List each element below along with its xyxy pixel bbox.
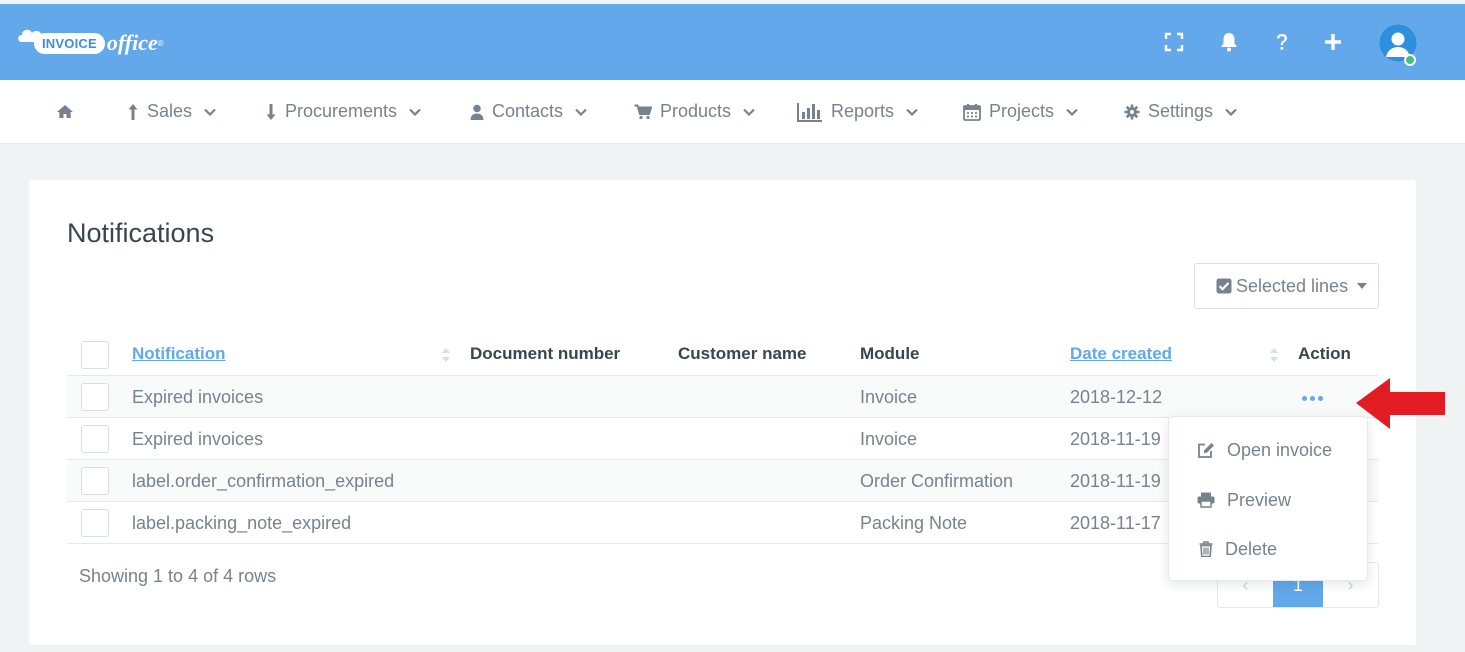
logo-registered-mark: ® — [157, 38, 164, 48]
chevron-down-icon — [906, 108, 918, 116]
person-icon — [470, 104, 484, 120]
selected-lines-button[interactable]: Selected lines — [1194, 263, 1379, 309]
chevron-down-icon — [409, 108, 421, 116]
bar-chart-icon — [797, 102, 822, 122]
nav-contacts[interactable]: Contacts — [470, 80, 587, 143]
nav-reports-label: Reports — [831, 101, 895, 121]
arrow-up-icon — [128, 103, 138, 120]
chevron-down-icon — [1066, 108, 1078, 116]
nav-home[interactable] — [56, 80, 74, 143]
cell-date-created: 2018-11-17 — [1070, 513, 1161, 533]
table-header: Notification Document number Customer na… — [67, 334, 1378, 376]
dot — [1302, 395, 1307, 401]
cell-notification: label.packing_note_expired — [132, 513, 352, 533]
row-checkbox[interactable] — [81, 383, 109, 411]
menu-item-label: Delete — [1225, 538, 1278, 559]
table-row[interactable]: Expired invoices Invoice 2018-12-12 — [67, 376, 1378, 418]
header-action: Action — [1298, 344, 1351, 363]
checkbox-checked-icon — [1216, 278, 1232, 294]
red-pointer-arrow-icon — [1356, 378, 1445, 429]
fullscreen-icon[interactable] — [1162, 30, 1186, 54]
cell-date-created: 2018-12-12 — [1070, 387, 1163, 407]
cell-notification: label.order_confirmation_expired — [132, 471, 395, 491]
header-notification[interactable]: Notification — [132, 344, 226, 364]
menu-item-label: Open invoice — [1227, 439, 1333, 460]
cell-notification: Expired invoices — [132, 387, 264, 407]
select-all-checkbox[interactable] — [81, 341, 109, 369]
header-module[interactable]: Module — [860, 344, 920, 364]
chevron-down-icon — [575, 108, 587, 116]
selected-lines-label: Selected lines — [1236, 275, 1349, 296]
cell-date-created: 2018-11-19 — [1070, 429, 1161, 449]
header-document-number[interactable]: Document number — [470, 344, 620, 364]
nav-settings[interactable]: Settings — [1124, 80, 1237, 143]
row-checkbox[interactable] — [81, 509, 109, 537]
logo-invoice-text: INVOICE — [34, 32, 105, 54]
nav-reports[interactable]: Reports — [797, 80, 918, 143]
logo-office-text: office — [106, 30, 158, 55]
trash-icon — [1199, 541, 1213, 557]
cell-notification: Expired invoices — [132, 429, 264, 449]
cell-module: Invoice — [860, 387, 918, 407]
nav-sales[interactable]: Sales — [127, 80, 216, 143]
gear-icon — [1124, 104, 1140, 119]
dot — [1310, 395, 1315, 401]
menu-item-delete[interactable]: Delete — [1169, 529, 1367, 569]
app-logo[interactable]: INVOICE office ® — [16, 28, 164, 58]
cart-icon — [634, 104, 652, 119]
print-icon — [1197, 492, 1215, 508]
chevron-down-icon — [204, 108, 216, 116]
row-action-dropdown: Open invoice Preview Delete — [1168, 416, 1368, 581]
cell-module: Packing Note — [860, 513, 968, 533]
caret-down-icon — [1357, 283, 1368, 289]
sort-icon[interactable] — [441, 347, 451, 363]
cell-module: Invoice — [860, 429, 918, 449]
page-title: Notifications — [67, 218, 215, 248]
edit-icon — [1198, 443, 1214, 458]
row-action-menu-button[interactable] — [1302, 393, 1326, 403]
nav-settings-label: Settings — [1148, 101, 1214, 121]
menu-item-preview[interactable]: Preview — [1169, 480, 1367, 520]
home-icon — [57, 105, 73, 118]
plus-icon[interactable] — [1321, 30, 1345, 54]
cell-module: Order Confirmation — [860, 471, 1014, 491]
arrow-down-icon — [266, 103, 276, 120]
chevron-down-icon — [743, 108, 755, 116]
nav-contacts-label: Contacts — [492, 101, 564, 121]
menu-item-open-invoice[interactable]: Open invoice — [1169, 430, 1367, 470]
online-status-dot — [1404, 54, 1416, 66]
nav-sales-label: Sales — [147, 101, 193, 121]
nav-projects-label: Projects — [989, 101, 1055, 121]
nav-procurements[interactable]: Procurements — [265, 80, 421, 143]
pagination-info: Showing 1 to 4 of 4 rows — [79, 566, 277, 586]
row-checkbox[interactable] — [81, 425, 109, 453]
sort-icon[interactable] — [1269, 347, 1279, 363]
nav-projects[interactable]: Projects — [963, 80, 1078, 143]
nav-products-label: Products — [660, 101, 732, 121]
row-checkbox[interactable] — [81, 467, 109, 495]
nav-procurements-label: Procurements — [285, 101, 398, 121]
cell-date-created: 2018-11-19 — [1070, 471, 1161, 491]
calendar-icon — [963, 103, 981, 121]
bell-icon[interactable] — [1217, 30, 1241, 54]
menu-item-label: Preview — [1227, 489, 1292, 510]
header-customer-name[interactable]: Customer name — [678, 344, 806, 364]
top-bar: INVOICE office ® — [0, 4, 1465, 80]
header-date-created[interactable]: Date created — [1070, 344, 1172, 364]
nav-products[interactable]: Products — [634, 80, 755, 143]
question-icon[interactable] — [1270, 30, 1294, 54]
chevron-down-icon — [1225, 108, 1237, 116]
dot — [1318, 395, 1323, 401]
main-nav: Sales Procurements Contacts Products Rep… — [0, 80, 1465, 143]
